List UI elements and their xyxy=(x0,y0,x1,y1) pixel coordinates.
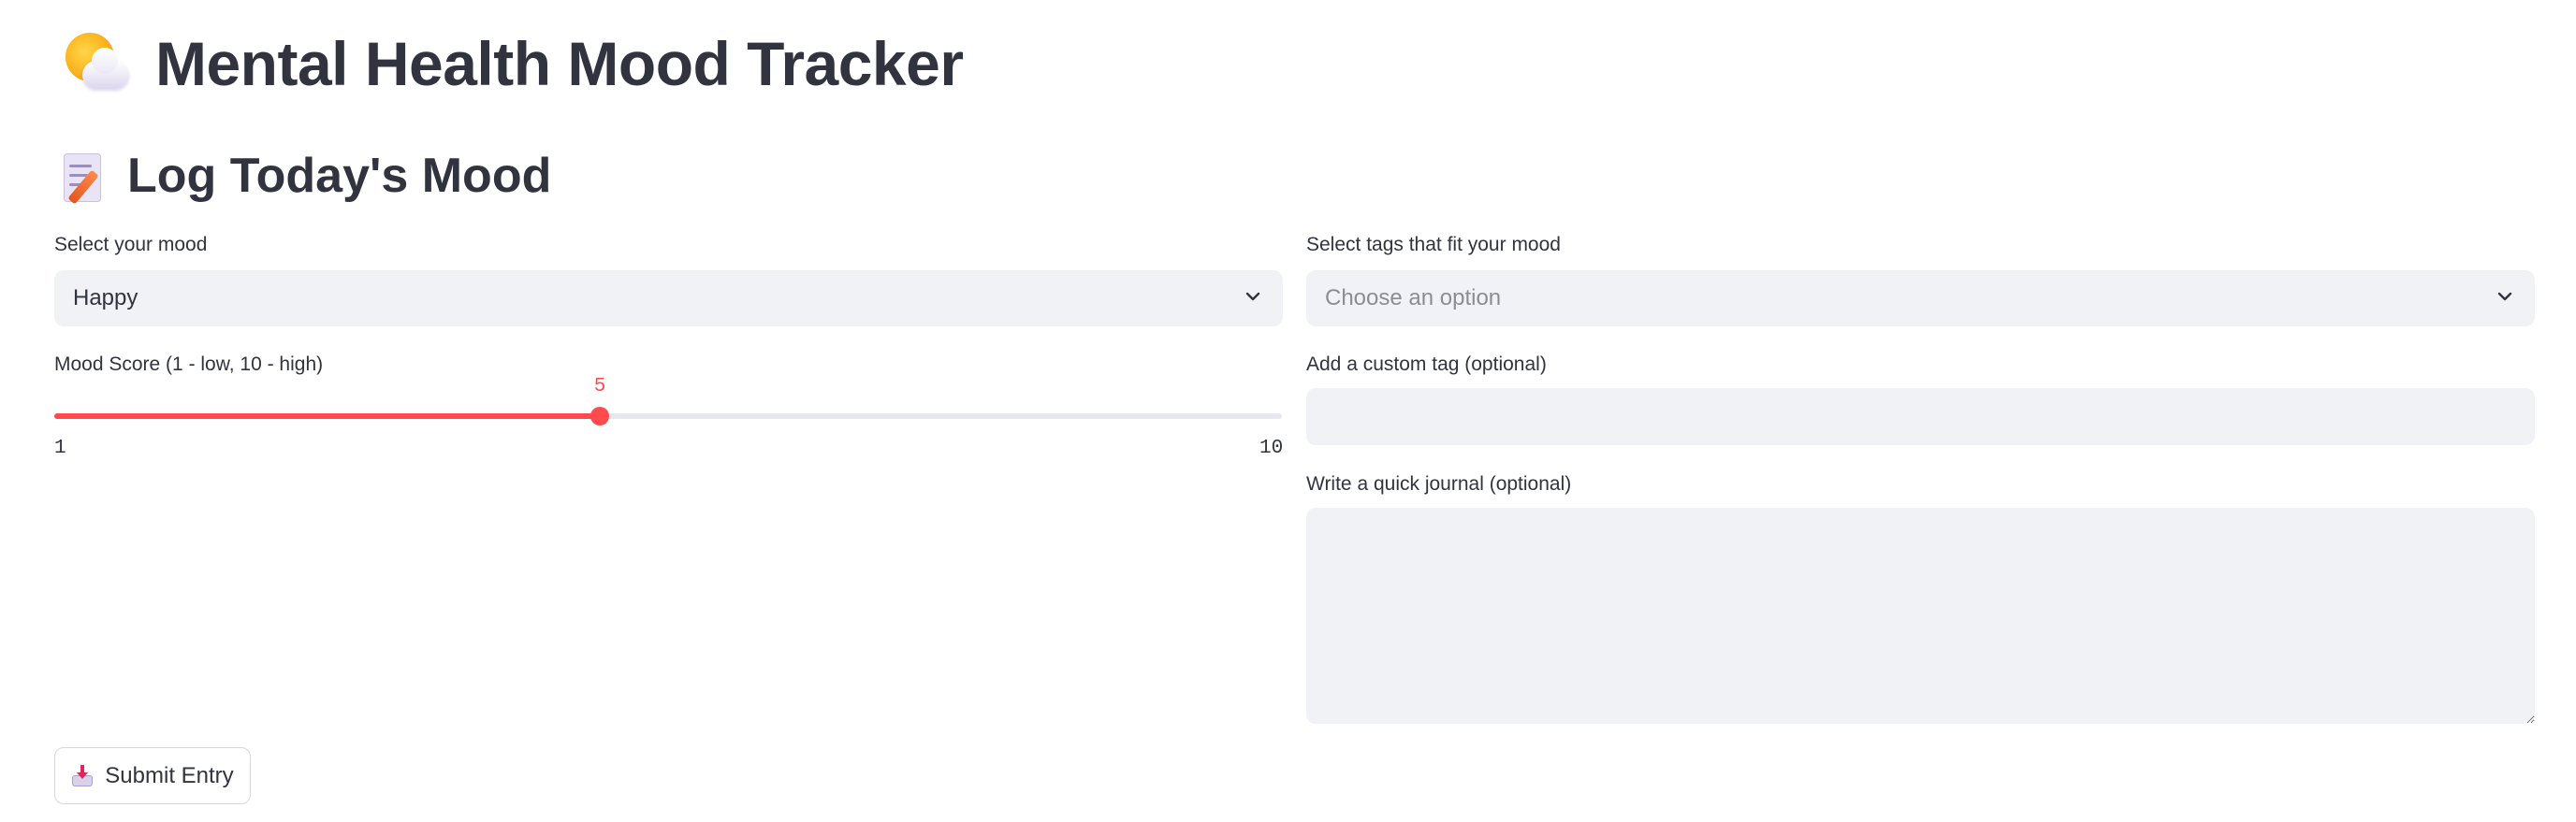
sun-behind-cloud-icon xyxy=(62,29,131,98)
chevron-down-icon xyxy=(1245,292,1260,301)
slider-fill xyxy=(54,413,601,419)
journal-textarea[interactable] xyxy=(1306,508,2535,724)
tags-select-placeholder: Choose an option xyxy=(1325,285,1502,310)
memo-icon xyxy=(62,150,105,205)
slider-value: 5 xyxy=(593,376,606,397)
section-header: Log Today's Mood xyxy=(62,144,551,208)
tags-select-label: Select tags that fit your mood xyxy=(1306,234,1561,255)
chevron-down-icon xyxy=(2497,292,2512,301)
section-title: Log Today's Mood xyxy=(127,149,552,203)
submit-entry-label: Submit Entry xyxy=(105,762,234,788)
page-title: Mental Health Mood Tracker xyxy=(155,29,964,98)
custom-tag-input[interactable] xyxy=(1306,388,2535,445)
mood-select[interactable]: Happy xyxy=(54,270,1283,326)
journal-label: Write a quick journal (optional) xyxy=(1306,473,1572,495)
app-page: Mental Health Mood Tracker Log Today's M… xyxy=(0,0,2576,822)
slider-min-label: 1 xyxy=(54,438,66,459)
inbox-tray-icon xyxy=(71,764,94,787)
custom-tag-label: Add a custom tag (optional) xyxy=(1306,353,1547,375)
mood-score-label: Mood Score (1 - low, 10 - high) xyxy=(54,353,324,375)
mood-select-label: Select your mood xyxy=(54,234,208,255)
mood-select-value: Happy xyxy=(73,285,138,310)
tags-multiselect[interactable]: Choose an option xyxy=(1306,270,2535,326)
slider-max-label: 10 xyxy=(1259,438,1284,459)
submit-entry-button[interactable]: Submit Entry xyxy=(54,747,251,804)
page-header: Mental Health Mood Tracker xyxy=(62,26,964,101)
mood-score-slider[interactable]: 5 xyxy=(54,376,1282,425)
slider-thumb[interactable] xyxy=(590,407,610,425)
